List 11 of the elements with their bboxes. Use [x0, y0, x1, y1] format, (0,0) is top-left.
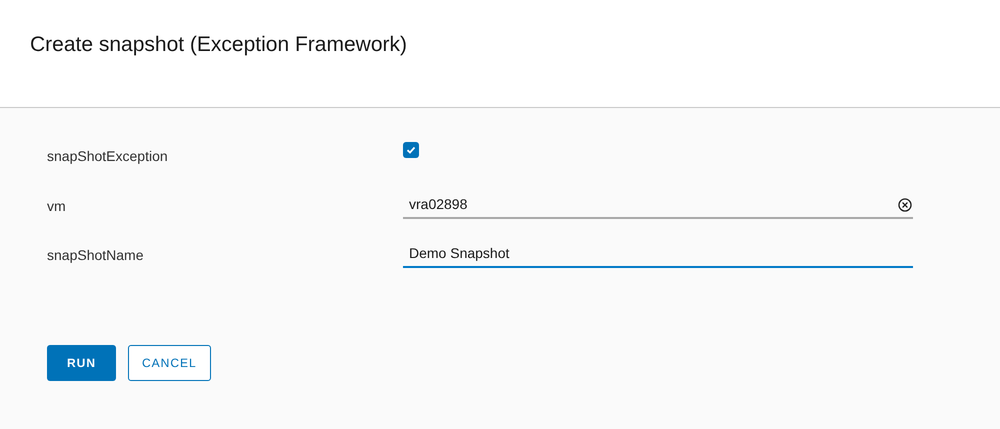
field-label: snapShotName: [47, 246, 145, 265]
clear-icon[interactable]: [898, 198, 912, 212]
field-label: vm: [47, 197, 67, 216]
checkbox[interactable]: [403, 142, 419, 158]
cancel-button[interactable]: CANCEL: [128, 345, 211, 381]
text-field[interactable]: vra02898: [403, 192, 913, 218]
check-icon: [406, 144, 416, 154]
dialog-title: Create snapshot (Exception Framework): [30, 32, 407, 58]
field-label: snapShotException: [47, 147, 169, 166]
text-field[interactable]: Demo Snapshot: [403, 242, 913, 268]
run-button[interactable]: RUN: [47, 345, 116, 381]
